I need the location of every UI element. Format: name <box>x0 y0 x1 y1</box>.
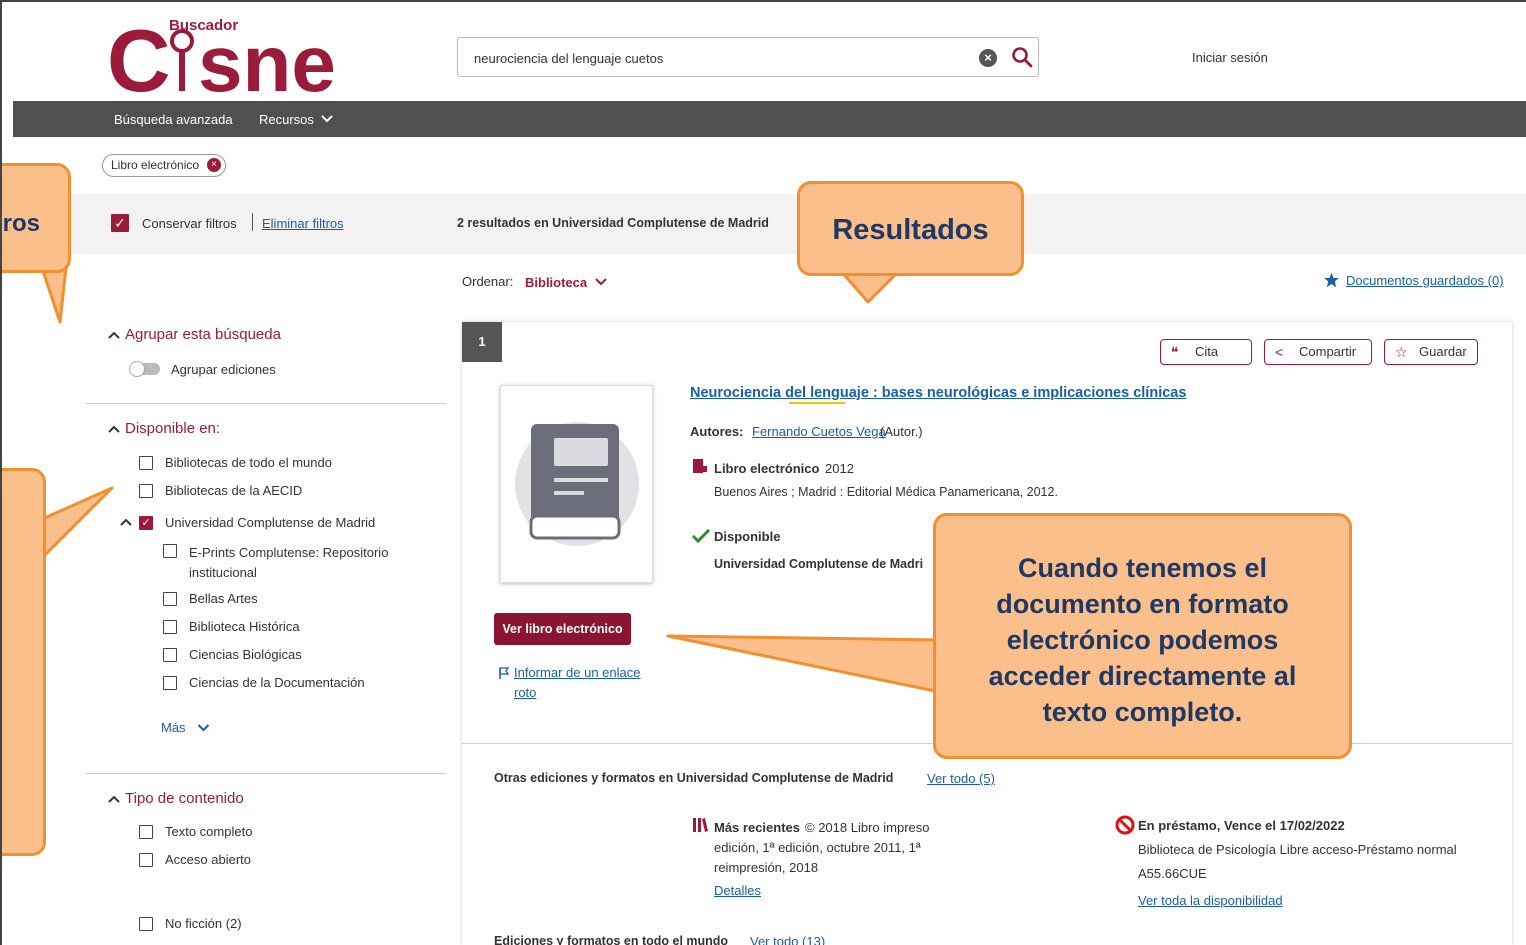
callout-filters-text: ros <box>2 210 40 237</box>
callout-results: Resultados <box>797 181 1024 276</box>
page: C sne Buscador neurociencia del lenguaje… <box>0 0 1526 945</box>
callout-pointers <box>38 266 942 694</box>
callout-ebook: Cuando tenemos el documento en formato e… <box>933 513 1352 759</box>
callout-results-text: Resultados <box>832 214 989 246</box>
callout-filters: ros <box>0 163 71 273</box>
callout-ebook-text: Cuando tenemos el documento en formato e… <box>988 553 1297 727</box>
callout-sidebar <box>0 468 46 856</box>
